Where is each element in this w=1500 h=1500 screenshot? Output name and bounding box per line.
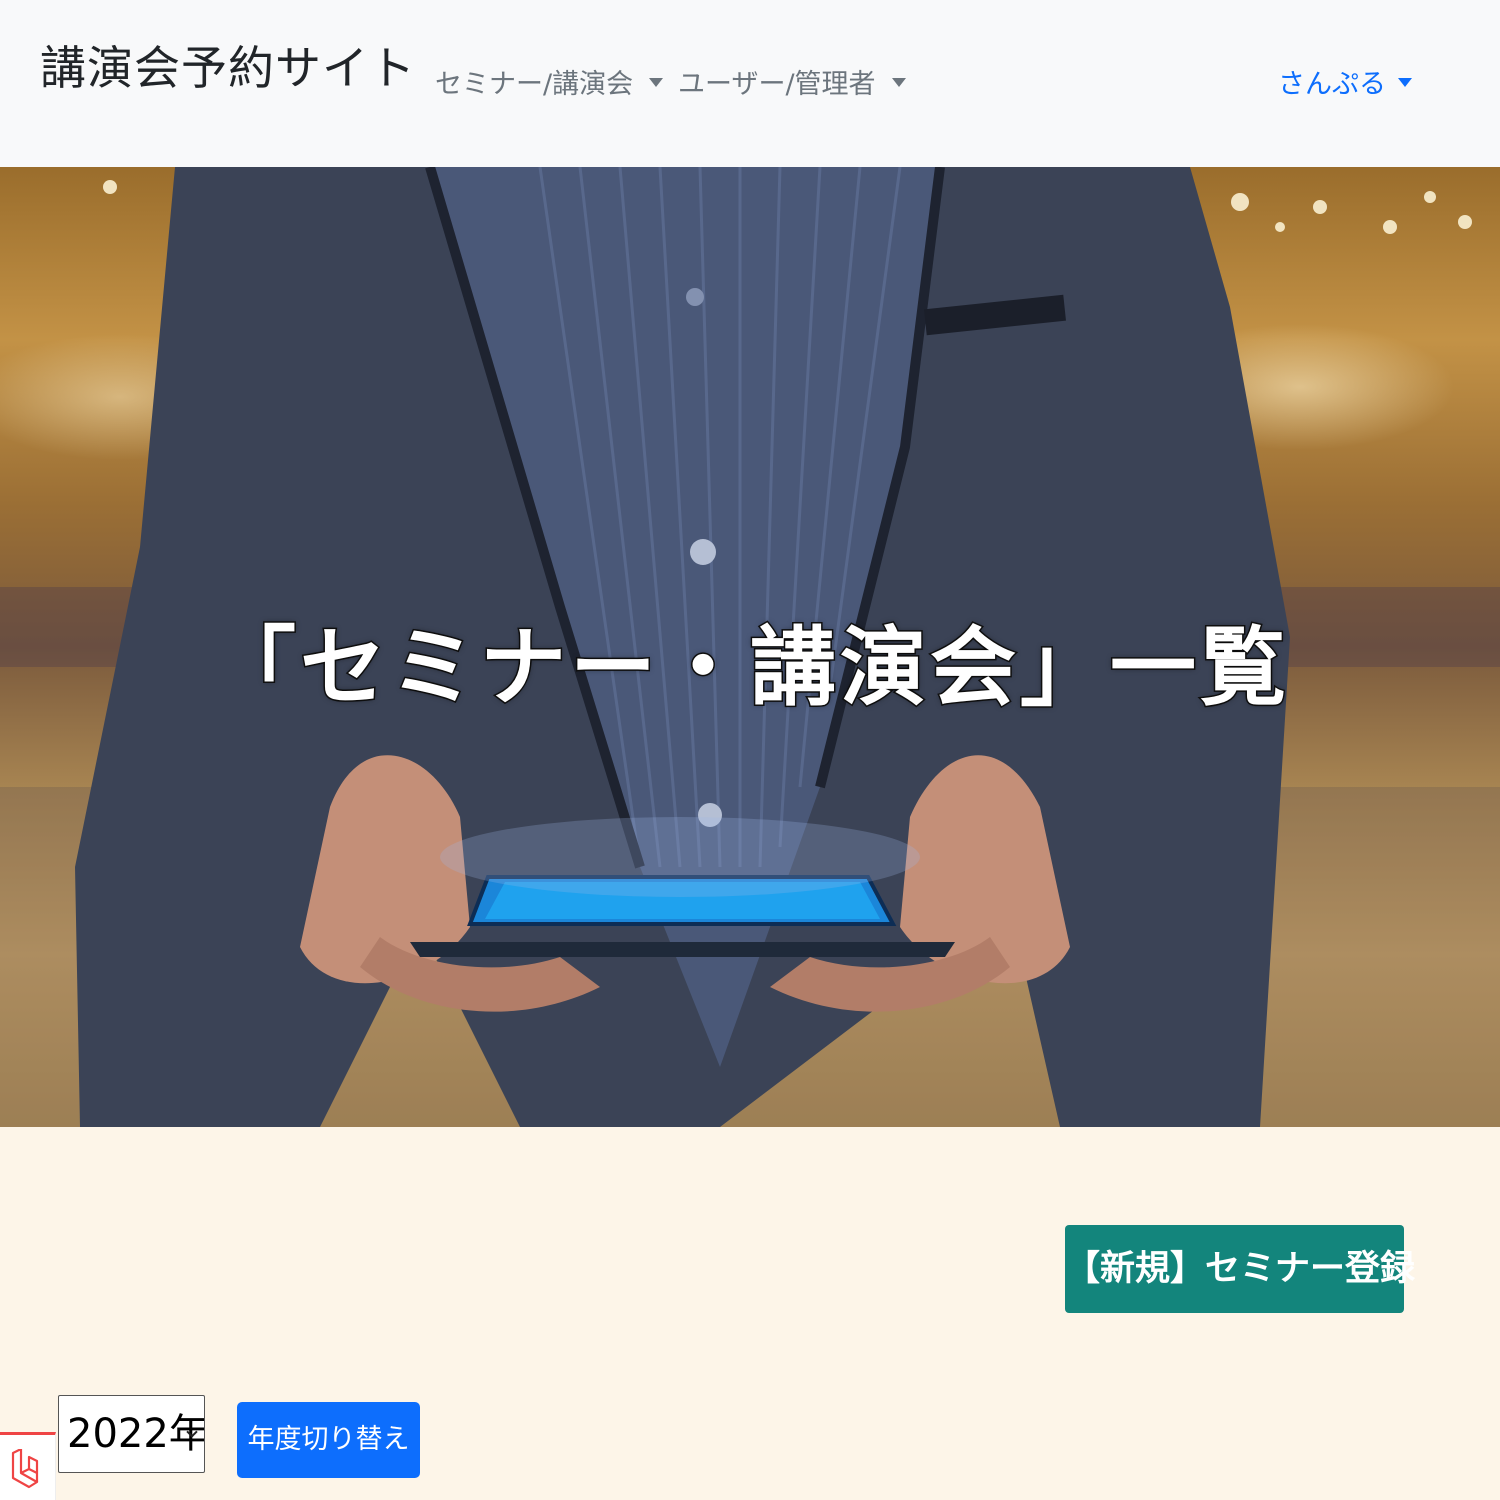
caret-down-icon [649,78,664,87]
caret-down-icon [891,78,906,87]
nav-user-menu[interactable]: さんぷる [1278,62,1412,101]
caret-down-icon [1398,78,1412,87]
nav-menu-user-admin[interactable]: ユーザー/管理者 [678,62,906,101]
navbar: 講演会予約サイト セミナー/講演会 ユーザー/管理者 さんぷる [0,0,1500,167]
site-brand[interactable]: 講演会予約サイト [40,32,416,98]
hero-banner: 「セミナー・講演会」一覧 [0,167,1500,1127]
laravel-logo-icon [11,1449,39,1489]
year-switch-button[interactable]: 年度切り替え [237,1402,420,1478]
hero-title: 「セミナー・講演会」一覧 [209,617,1290,720]
nav-user-name: さんぷる [1278,69,1386,100]
nav-menu-user-admin-label: ユーザー/管理者 [678,69,876,100]
debugbar-badge[interactable] [0,1432,56,1500]
year-select-value: 2022年 [67,1411,205,1457]
year-select[interactable]: 2022年 [58,1395,205,1473]
nav-menu-seminar[interactable]: セミナー/講演会 [435,62,664,101]
new-seminar-button[interactable]: 【新規】セミナー登録 [1065,1225,1415,1313]
nav-menu-seminar-label: セミナー/講演会 [435,69,634,100]
